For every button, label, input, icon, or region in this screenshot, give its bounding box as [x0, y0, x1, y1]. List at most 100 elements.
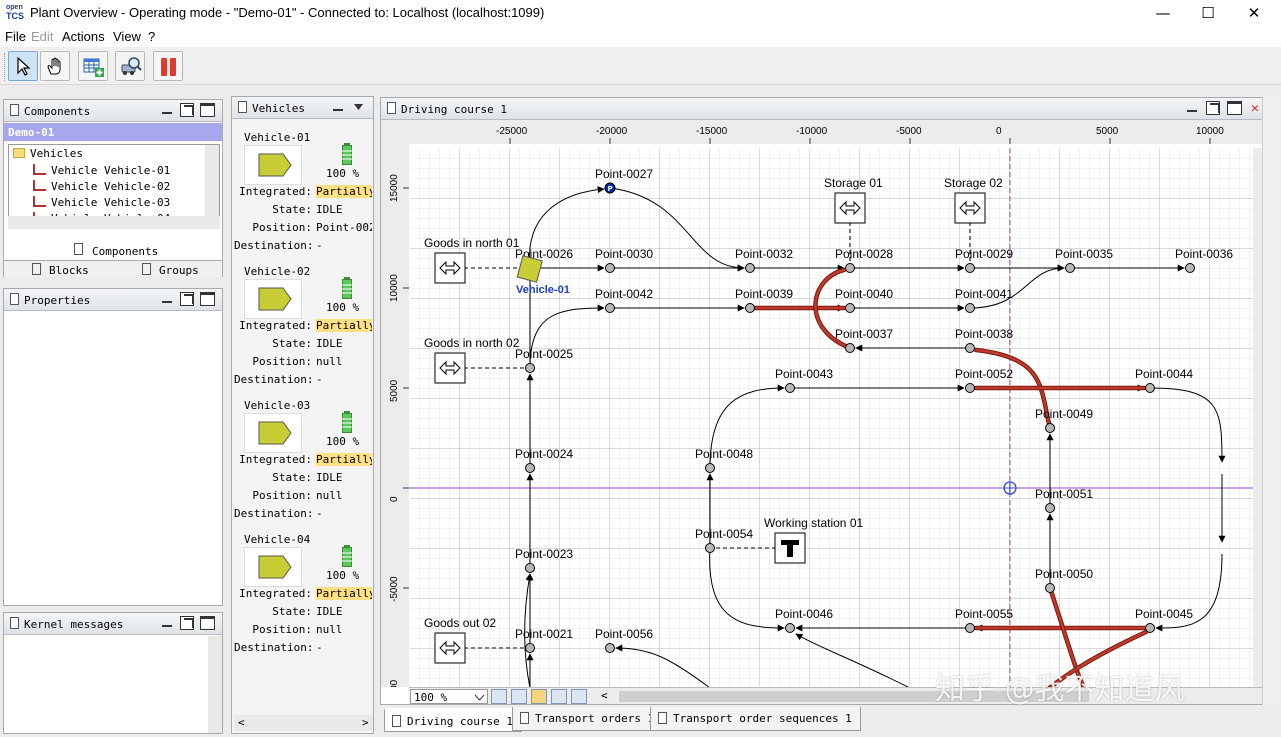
point-marker[interactable] [745, 263, 755, 273]
point-label: Point-0055 [955, 607, 1013, 621]
point-marker[interactable] [785, 623, 795, 633]
tab-transport-order-sequences[interactable]: Transport order sequences 1 [650, 707, 861, 731]
selection-tool-button[interactable] [8, 51, 38, 81]
point-marker[interactable] [705, 543, 715, 553]
point-marker[interactable] [1145, 623, 1155, 633]
maximize-panel-button[interactable] [200, 616, 215, 630]
tree-horizontal-scrollbar[interactable] [8, 216, 220, 229]
minimize-panel-button[interactable] [162, 625, 172, 627]
point-marker[interactable] [1065, 263, 1075, 273]
maximize-panel-button[interactable] [1227, 101, 1242, 115]
toggle-grid-button[interactable] [511, 689, 527, 704]
menu-view[interactable]: View [113, 29, 141, 44]
float-panel-button[interactable] [180, 103, 194, 117]
scroll-left-icon[interactable]: < [238, 716, 245, 729]
vehicle-card[interactable]: Vehicle-03 100 % Integrated: Partially Sta… [234, 391, 372, 521]
minimize-panel-button[interactable] [162, 301, 172, 303]
maximize-panel-button[interactable] [200, 103, 215, 117]
tab-groups[interactable]: Groups [159, 264, 199, 277]
tree-folder-vehicles[interactable]: Vehicles [30, 147, 83, 160]
maximize-button[interactable]: ☐ [1188, 2, 1228, 24]
drag-tool-button[interactable] [40, 51, 70, 81]
main-vertical-scrollbar[interactable] [1262, 97, 1280, 705]
tab-components[interactable]: Components [92, 245, 158, 258]
point-marker[interactable] [845, 263, 855, 273]
point-marker[interactable] [745, 303, 755, 313]
toggle-blocks-button[interactable] [571, 689, 587, 704]
properties-panel-title: Properties [24, 294, 91, 307]
tab-blocks[interactable]: Blocks [49, 264, 89, 277]
properties-panel-header: Properties [4, 289, 222, 311]
point-marker[interactable] [1045, 503, 1055, 513]
close-panel-icon[interactable]: ✕ [1251, 101, 1259, 116]
point-marker[interactable] [525, 643, 535, 653]
tab-label: Transport order sequences 1 [673, 712, 852, 725]
float-panel-button[interactable] [180, 292, 194, 306]
point-marker[interactable] [845, 343, 855, 353]
point-marker[interactable] [1185, 263, 1195, 273]
menu-actions[interactable]: Actions [62, 29, 105, 44]
tab-transport-orders[interactable]: Transport orders 1 [512, 707, 664, 731]
point-marker[interactable] [965, 303, 975, 313]
scroll-right-icon[interactable]: > [362, 716, 369, 729]
scroll-left-icon[interactable]: < [601, 689, 608, 702]
menu-help[interactable]: ? [148, 29, 155, 44]
tree-vertical-scrollbar[interactable] [205, 145, 219, 227]
float-panel-button[interactable] [180, 616, 194, 630]
driving-course-title: Driving course 1 [401, 103, 507, 116]
vehicle-card[interactable]: Vehicle-01 100 % Integrated: Partially Sta… [234, 123, 372, 253]
close-button[interactable]: ✕ [1234, 2, 1274, 24]
dropdown-icon[interactable] [354, 103, 364, 111]
minimize-panel-button[interactable] [333, 109, 343, 111]
point-marker[interactable] [605, 263, 615, 273]
point-marker[interactable] [965, 623, 975, 633]
point-marker[interactable] [1045, 423, 1055, 433]
point-marker[interactable] [1145, 383, 1155, 393]
tree-root-demo[interactable]: Demo-01 [4, 123, 222, 141]
component-tabs: Blocks Groups [4, 260, 222, 277]
menu-file[interactable]: File [5, 29, 26, 44]
menu-edit[interactable]: Edit [31, 29, 53, 44]
kernel-scrollbar[interactable] [208, 636, 222, 733]
driving-course-canvas[interactable]: -25000 -20000 -15000 -10000 -5000 0 5000 10000 … [381, 120, 1272, 687]
point-label: Point-0024 [515, 447, 573, 461]
point-marker[interactable] [965, 383, 975, 393]
point-marker[interactable] [785, 383, 795, 393]
point-marker[interactable] [705, 463, 715, 473]
cursor-arrow-icon [17, 56, 31, 76]
point-marker[interactable] [845, 303, 855, 313]
float-panel-button[interactable] [1206, 101, 1220, 115]
pause-all-vehicles-button[interactable] [153, 51, 183, 81]
point-marker[interactable] [605, 643, 615, 653]
x-ruler-label: -15000 [696, 126, 728, 137]
create-group-button[interactable] [78, 51, 108, 81]
maximize-panel-button[interactable] [200, 292, 215, 306]
point-marker[interactable] [525, 463, 535, 473]
x-ruler-label: -20000 [596, 126, 628, 137]
vehicle-tree-icon [33, 164, 46, 175]
point-marker[interactable] [525, 363, 535, 373]
minimize-panel-button[interactable] [1187, 110, 1197, 112]
vehicles-horizontal-scrollbar[interactable]: < > [234, 715, 373, 731]
point-marker[interactable] [605, 303, 615, 313]
toggle-rulers-button[interactable] [531, 689, 547, 704]
minimize-panel-button[interactable] [162, 112, 172, 114]
tab-label: Driving course 1 [407, 715, 513, 728]
battery-level: 100 % [326, 167, 360, 180]
point-marker[interactable] [525, 563, 535, 573]
vehicle-icon [258, 287, 292, 311]
find-vehicle-button[interactable] [115, 51, 145, 81]
minimize-button[interactable]: — [1143, 2, 1183, 24]
zoom-value: 100 % [414, 691, 448, 704]
tab-driving-course[interactable]: Driving course 1 [384, 708, 522, 732]
toggle-labels-button[interactable] [491, 689, 507, 704]
zoom-select[interactable]: 100 % [410, 689, 488, 704]
battery-icon [342, 411, 352, 433]
point-marker[interactable] [1045, 583, 1055, 593]
kernel-panel-header: Kernel messages [4, 613, 222, 635]
point-marker[interactable] [965, 263, 975, 273]
point-marker[interactable] [965, 343, 975, 353]
zoom-fit-button[interactable] [551, 689, 567, 704]
vehicle-card[interactable]: Vehicle-04 100 % Integrated: Partially Sta… [234, 525, 372, 655]
vehicle-card[interactable]: Vehicle-02 100 % Integrated: Partially Sta… [234, 257, 372, 387]
